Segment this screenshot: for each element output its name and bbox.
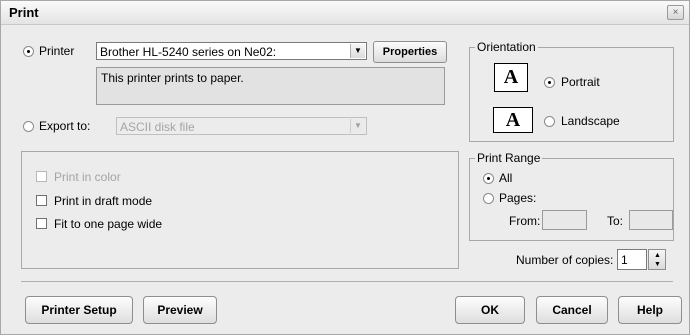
ok-button[interactable]: OK <box>455 296 525 324</box>
print-in-color-label: Print in color <box>54 170 121 184</box>
page-range-label: Pages: <box>499 191 537 205</box>
from-page-input[interactable] <box>542 210 587 230</box>
landscape-page-icon: A <box>493 107 533 133</box>
from-label: From: <box>509 214 541 228</box>
export-select-value: ASCII disk file <box>120 120 195 134</box>
all-pages-radio[interactable] <box>483 173 494 184</box>
export-label: Export to: <box>39 119 91 133</box>
printer-description-box: This printer prints to paper. <box>96 67 445 105</box>
help-button[interactable]: Help <box>618 296 682 324</box>
copies-label: Number of copies: <box>516 253 614 267</box>
draft-mode-checkbox[interactable] <box>36 195 47 206</box>
draft-mode-label: Print in draft mode <box>54 194 153 208</box>
close-button[interactable]: × <box>667 5 684 20</box>
close-icon: × <box>672 7 679 18</box>
portrait-label: Portrait <box>561 75 600 89</box>
chevron-down-icon: ▼ <box>350 44 365 58</box>
all-pages-label: All <box>499 171 513 185</box>
copies-spinner[interactable]: ▲ ▼ <box>648 249 666 270</box>
preview-button[interactable]: Preview <box>143 296 217 324</box>
properties-button[interactable]: Properties <box>373 41 447 63</box>
landscape-label: Landscape <box>561 114 620 128</box>
print-range-legend: Print Range <box>475 151 543 165</box>
printer-description: This printer prints to paper. <box>101 71 244 85</box>
portrait-radio[interactable] <box>544 77 555 88</box>
printer-select[interactable]: Brother HL-5240 series on Ne02: ▼ <box>96 42 367 60</box>
footer-divider <box>21 281 673 282</box>
spin-up-icon[interactable]: ▲ <box>654 252 661 260</box>
printer-setup-button[interactable]: Printer Setup <box>25 296 133 324</box>
print-in-color-checkbox[interactable] <box>36 171 47 182</box>
chevron-down-icon: ▼ <box>350 119 365 133</box>
page-range-radio[interactable] <box>483 193 494 204</box>
printer-select-value: Brother HL-5240 series on Ne02: <box>100 45 277 59</box>
spin-down-icon[interactable]: ▼ <box>654 261 661 269</box>
copies-value: 1 <box>621 253 628 267</box>
portrait-page-icon: A <box>494 63 528 92</box>
printer-label: Printer <box>39 44 75 58</box>
orientation-legend: Orientation <box>475 40 538 54</box>
dialog-title: Print <box>9 5 39 20</box>
export-select[interactable]: ASCII disk file ▼ <box>116 117 367 135</box>
export-radio[interactable] <box>23 121 34 132</box>
print-options-group <box>21 151 459 269</box>
title-bar: Print × <box>1 1 689 25</box>
cancel-button[interactable]: Cancel <box>536 296 608 324</box>
fit-one-page-label: Fit to one page wide <box>54 217 163 231</box>
printer-radio[interactable] <box>23 46 34 57</box>
copies-input[interactable]: 1 <box>617 249 647 270</box>
fit-one-page-checkbox[interactable] <box>36 218 47 229</box>
print-dialog: Print × Printer Brother HL-5240 series o… <box>0 0 690 335</box>
landscape-radio[interactable] <box>544 116 555 127</box>
to-label: To: <box>607 214 624 228</box>
to-page-input[interactable] <box>629 210 673 230</box>
